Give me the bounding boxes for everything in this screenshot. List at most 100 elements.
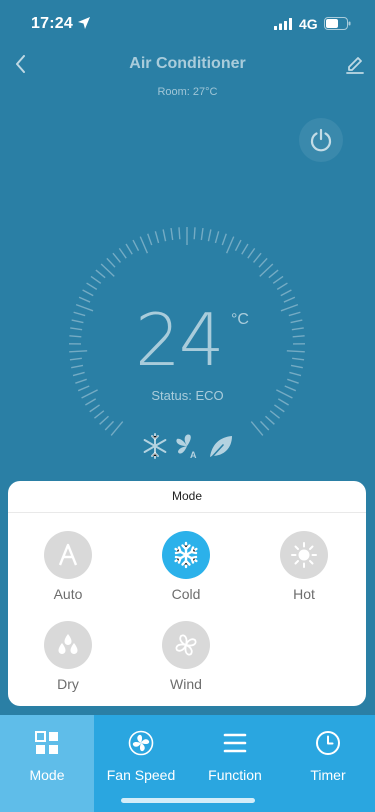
mode-option-cold[interactable]: Cold [141,531,231,611]
dial-tick [291,327,304,331]
dial-tick [292,357,305,361]
mode-sheet: Mode Auto Cold Hot Dry Wind [8,481,366,706]
dial-tick [280,289,292,297]
target-temperature: 24 [135,298,225,382]
dial-tick [75,378,87,384]
mode-sheet-title: Mode [8,481,366,513]
dial-tick [69,335,82,338]
dial-tick [86,282,98,290]
dial-tick [75,303,94,312]
fan-auto-indicator-icon: A [176,434,197,460]
nav-label: Fan Speed [106,767,176,783]
auto-icon [58,543,78,566]
mode-label: Dry [57,676,79,692]
dial-tick [259,263,274,277]
dial-tick [78,296,91,303]
dial-tick [95,269,106,279]
nav-tab-mode[interactable]: Mode [0,715,94,812]
mode-grid-icon [35,731,58,754]
dial-tick [290,364,303,369]
dial-tick [274,404,285,413]
mode-label: Wind [170,676,202,692]
room-temperature: Room: 27°C [157,86,218,98]
dial-tick [259,420,270,431]
leaf-indicator-icon [210,436,232,459]
dial-tick [90,275,102,284]
droplets-icon [58,634,78,654]
status-time: 17:24 [31,15,73,32]
mode-indicators: A [143,433,232,460]
snowflake-icon [174,541,198,569]
dial-tick [221,233,227,246]
dial-tick [100,263,115,277]
dial-tick [99,415,109,425]
dial-tick [110,421,124,436]
dial-tick [71,319,84,324]
nav-label: Mode [29,767,65,783]
location-arrow-icon [78,17,90,29]
dial-tick [287,378,299,384]
dial-tick [241,243,249,255]
dial-tick [234,239,242,252]
dial-tick [132,239,140,252]
fan-icon [175,634,197,656]
dial-tick [214,231,220,244]
cold-mode-button[interactable] [162,531,210,579]
mode-option-wind[interactable]: Wind [141,621,231,701]
dial-tick [200,227,204,241]
dial-tick [265,415,275,425]
app-screen: 17:24 4G Air Conditioner Room: 27°C 24 °… [0,0,375,812]
dial-tick [89,404,100,413]
dial-tick [258,257,268,268]
dial-tick [268,269,279,279]
network-type: 4G [299,16,318,32]
dial-tick [106,257,116,268]
auto-mode-button[interactable] [44,531,92,579]
dial-tick [288,311,301,317]
ac-status: Status: ECO [151,388,224,403]
dial-tick [178,227,181,240]
mode-option-auto[interactable]: Auto [23,531,113,611]
signal-icon [274,18,292,30]
dial-tick [253,252,262,263]
dial-tick [292,335,305,338]
dial-tick [286,350,305,353]
dial-tick [162,229,167,242]
status-bar: 17:24 4G [0,0,375,48]
hot-mode-button[interactable] [280,531,328,579]
temperature-unit: °C [231,311,249,328]
dial-tick [272,275,284,284]
dial-tick [82,289,94,297]
dial-tick [94,410,105,419]
mode-option-hot[interactable]: Hot [259,531,349,611]
dial-tick [118,247,127,259]
dial-tick [289,371,302,377]
dial-tick [207,229,212,242]
page-title: Air Conditioner [129,55,246,72]
menu-icon [223,733,247,753]
nav-tab-timer[interactable]: Timer [281,715,375,812]
dial-tick [269,410,280,419]
dial-tick [147,233,153,246]
power-icon [310,128,332,152]
dial-tick [70,327,83,331]
dial-tick [193,227,196,240]
dry-mode-button[interactable] [44,621,92,669]
dial-tick [69,357,82,361]
dial-tick [225,236,235,254]
mode-label: Hot [293,586,315,602]
dial-tick [139,236,149,254]
dial-tick [283,296,296,303]
dial-tick [280,303,299,312]
dial-tick [104,420,115,431]
dial-tick [247,247,256,259]
home-indicator [121,798,255,803]
dial-tick [72,371,85,377]
wind-mode-button[interactable] [162,621,210,669]
dial-tick [71,364,84,369]
dial-tick [276,282,288,290]
power-button[interactable] [299,118,343,162]
nav-label: Timer [310,767,346,783]
edit-pencil-icon[interactable] [345,54,365,74]
mode-option-dry[interactable]: Dry [23,621,113,701]
